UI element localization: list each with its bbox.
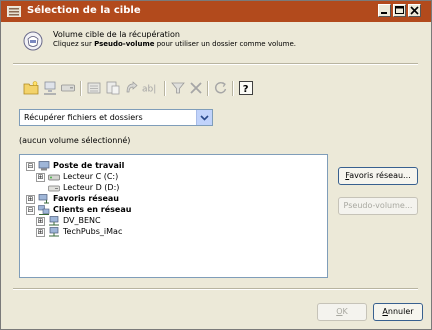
annuler-button[interactable]: Annuler — [373, 303, 423, 321]
recovery-mode-select[interactable]: Récupérer fichiers et dossiers — [19, 109, 213, 126]
minimize-button[interactable] — [378, 4, 391, 17]
toolbar-separator — [207, 81, 209, 96]
tree-node-lecteur-c[interactable]: ⊞ Lecteur C (C:) — [36, 172, 216, 183]
close-button[interactable] — [408, 4, 421, 17]
maximize-icon — [395, 6, 404, 14]
volume-tree[interactable]: ⊟ Poste de travail ⊞ Lecteur C (C:) Lect… — [19, 154, 328, 278]
minimize-icon — [381, 12, 387, 14]
toolbar-separator — [232, 81, 234, 96]
tree-node-label: TechPubs_iMac — [63, 227, 123, 236]
tree-node-label: Poste de travail — [53, 161, 125, 170]
chevron-down-icon — [200, 115, 209, 121]
close-icon — [410, 6, 419, 15]
button-label: K — [342, 307, 348, 316]
favoris-reseau-button[interactable]: Favoris réseau... — [338, 167, 418, 185]
help-icon[interactable]: ? — [238, 80, 254, 96]
drive-icon[interactable] — [60, 80, 76, 96]
refresh-icon[interactable] — [213, 80, 229, 96]
tree-node-label: Lecteur C (C:) — [63, 172, 119, 181]
ok-button[interactable]: OK — [317, 303, 367, 321]
connect-icon[interactable] — [124, 80, 140, 96]
footer-separator — [13, 288, 418, 290]
client-computer-icon — [49, 227, 59, 237]
rename-icon[interactable]: ab| — [141, 80, 161, 96]
expand-toggle[interactable]: ⊞ — [26, 195, 35, 204]
maximize-button[interactable] — [393, 4, 406, 17]
button-label: Pseudo-volume... — [343, 201, 413, 210]
hint-after: pour utiliser un dossier comme volume. — [154, 40, 296, 48]
svg-text:ab|: ab| — [142, 85, 156, 95]
expand-toggle[interactable]: ⊞ — [36, 173, 45, 182]
dialog-window: Sélection de la cible Volume cible de la… — [0, 0, 432, 330]
dropdown-arrow-button[interactable] — [196, 110, 212, 125]
computer-icon — [38, 161, 50, 171]
expand-toggle[interactable]: ⊞ — [36, 217, 45, 226]
window-title: Sélection de la cible — [27, 5, 141, 16]
folder-icon[interactable] — [23, 80, 39, 96]
collapse-toggle[interactable]: ⊟ — [26, 162, 35, 171]
header-hint: Cliquez sur Pseudo-volume pour utiliser … — [53, 40, 296, 48]
view-icon[interactable] — [86, 80, 102, 96]
network-favorites-icon — [38, 194, 49, 204]
hint-bold: Pseudo-volume — [94, 40, 155, 48]
harddrive-icon — [48, 174, 60, 181]
header-title: Volume cible de la récupération — [53, 30, 180, 39]
tree-node-label: DV_BENC — [63, 216, 101, 225]
svg-text:?: ? — [243, 84, 249, 95]
hint-before: Cliquez sur — [53, 40, 95, 48]
app-icon — [7, 6, 21, 17]
tree-node-lecteur-d[interactable]: Lecteur D (D:) — [36, 183, 216, 194]
properties-icon[interactable] — [105, 80, 121, 96]
tree-node-poste-de-travail[interactable]: ⊟ Poste de travail — [26, 161, 226, 172]
tree-node-favoris-reseau[interactable]: ⊞ Favoris réseau — [26, 194, 226, 205]
expand-toggle[interactable]: ⊞ — [36, 228, 45, 237]
toolbar: ab| ? — [19, 78, 261, 99]
collapse-toggle[interactable]: ⊟ — [26, 206, 35, 215]
button-label: avoris réseau... — [349, 171, 411, 180]
header-separator — [13, 63, 418, 65]
title-bar[interactable]: Sélection de la cible — [1, 1, 431, 22]
bag-icon — [23, 31, 43, 51]
tree-node-label: Favoris réseau — [53, 194, 119, 203]
tree-node-clients-en-reseau[interactable]: ⊟ Clients en réseau — [26, 205, 226, 216]
toolbar-separator — [164, 81, 166, 96]
network-icon[interactable] — [42, 80, 58, 96]
client-computer-icon — [49, 216, 59, 226]
filter-icon[interactable] — [170, 80, 186, 96]
button-label: nnuler — [387, 307, 414, 316]
delete-icon[interactable] — [188, 80, 204, 96]
network-clients-icon — [38, 205, 50, 215]
pseudo-volume-button[interactable]: Pseudo-volume... — [338, 197, 418, 215]
tree-node-label: Lecteur D (D:) — [63, 183, 120, 192]
recovery-mode-value: Récupérer fichiers et dossiers — [24, 113, 143, 122]
tree-node-dv-benc[interactable]: ⊞ DV_BENC — [36, 216, 216, 227]
tree-node-techpubs-imac[interactable]: ⊞ TechPubs_iMac — [36, 227, 216, 238]
selected-volume-status: (aucun volume sélectionné) — [19, 136, 131, 145]
drive-icon — [48, 185, 60, 192]
tree-node-label: Clients en réseau — [53, 205, 132, 214]
toolbar-separator — [80, 81, 82, 96]
